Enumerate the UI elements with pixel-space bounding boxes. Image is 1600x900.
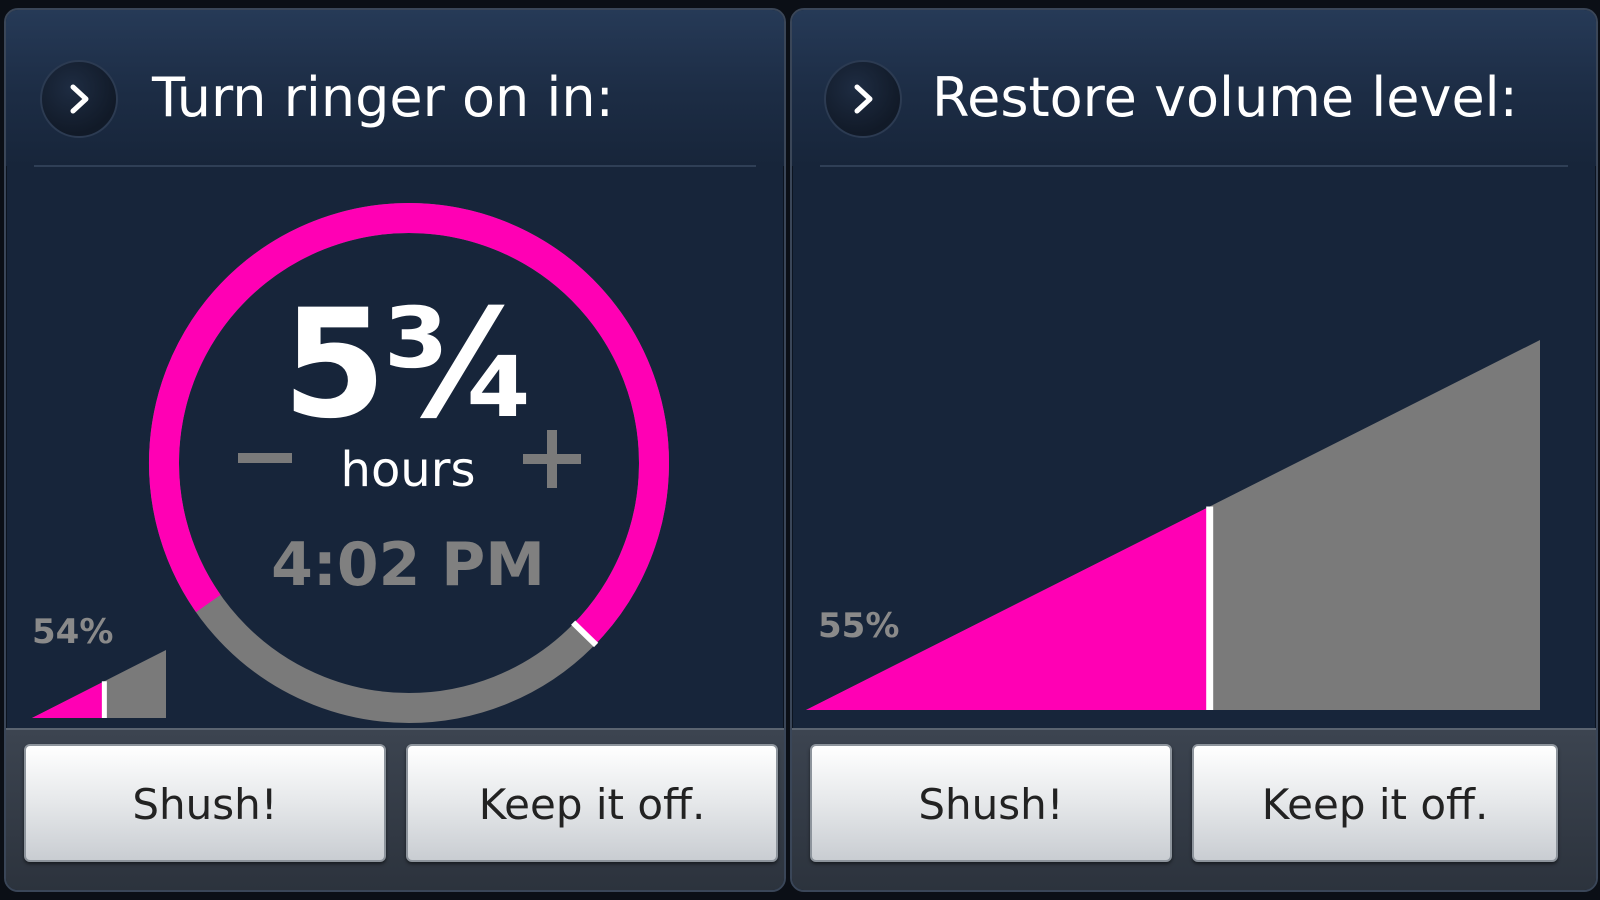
panel-title: Restore volume level:	[932, 66, 1518, 129]
chevron-right-icon[interactable]	[824, 60, 902, 138]
shush-button[interactable]: Shush!	[24, 744, 386, 862]
restore-volume-panel: Restore volume level: 55% Shush! Keep it…	[790, 8, 1598, 892]
volume-slider[interactable]	[806, 340, 1540, 710]
volume-indicator	[32, 650, 166, 718]
header-divider	[820, 165, 1568, 167]
plus-icon[interactable]	[523, 430, 581, 488]
keep-off-button[interactable]: Keep it off.	[406, 744, 778, 862]
header-divider	[34, 165, 756, 167]
volume-fill	[806, 506, 1210, 710]
duration-value: 5¾	[282, 278, 538, 452]
shush-button[interactable]: Shush!	[810, 744, 1172, 862]
volume-percent: 54%	[32, 612, 114, 652]
chevron-right-icon[interactable]	[40, 60, 118, 138]
end-time: 4:02 PM	[271, 530, 545, 600]
volume-fill	[32, 681, 105, 718]
panel-title: Turn ringer on in:	[152, 66, 614, 129]
panel-header: Restore volume level:	[792, 10, 1596, 167]
duration-unit: hours	[340, 442, 476, 498]
ringer-timer-panel: Turn ringer on in: 5¾ hours 4:02 PM 54% …	[4, 8, 786, 892]
minus-icon[interactable]	[238, 453, 292, 463]
panel-header: Turn ringer on in:	[6, 10, 784, 167]
keep-off-button[interactable]: Keep it off.	[1192, 744, 1558, 862]
button-bar: Shush! Keep it off.	[792, 728, 1596, 890]
button-bar: Shush! Keep it off.	[6, 728, 784, 890]
